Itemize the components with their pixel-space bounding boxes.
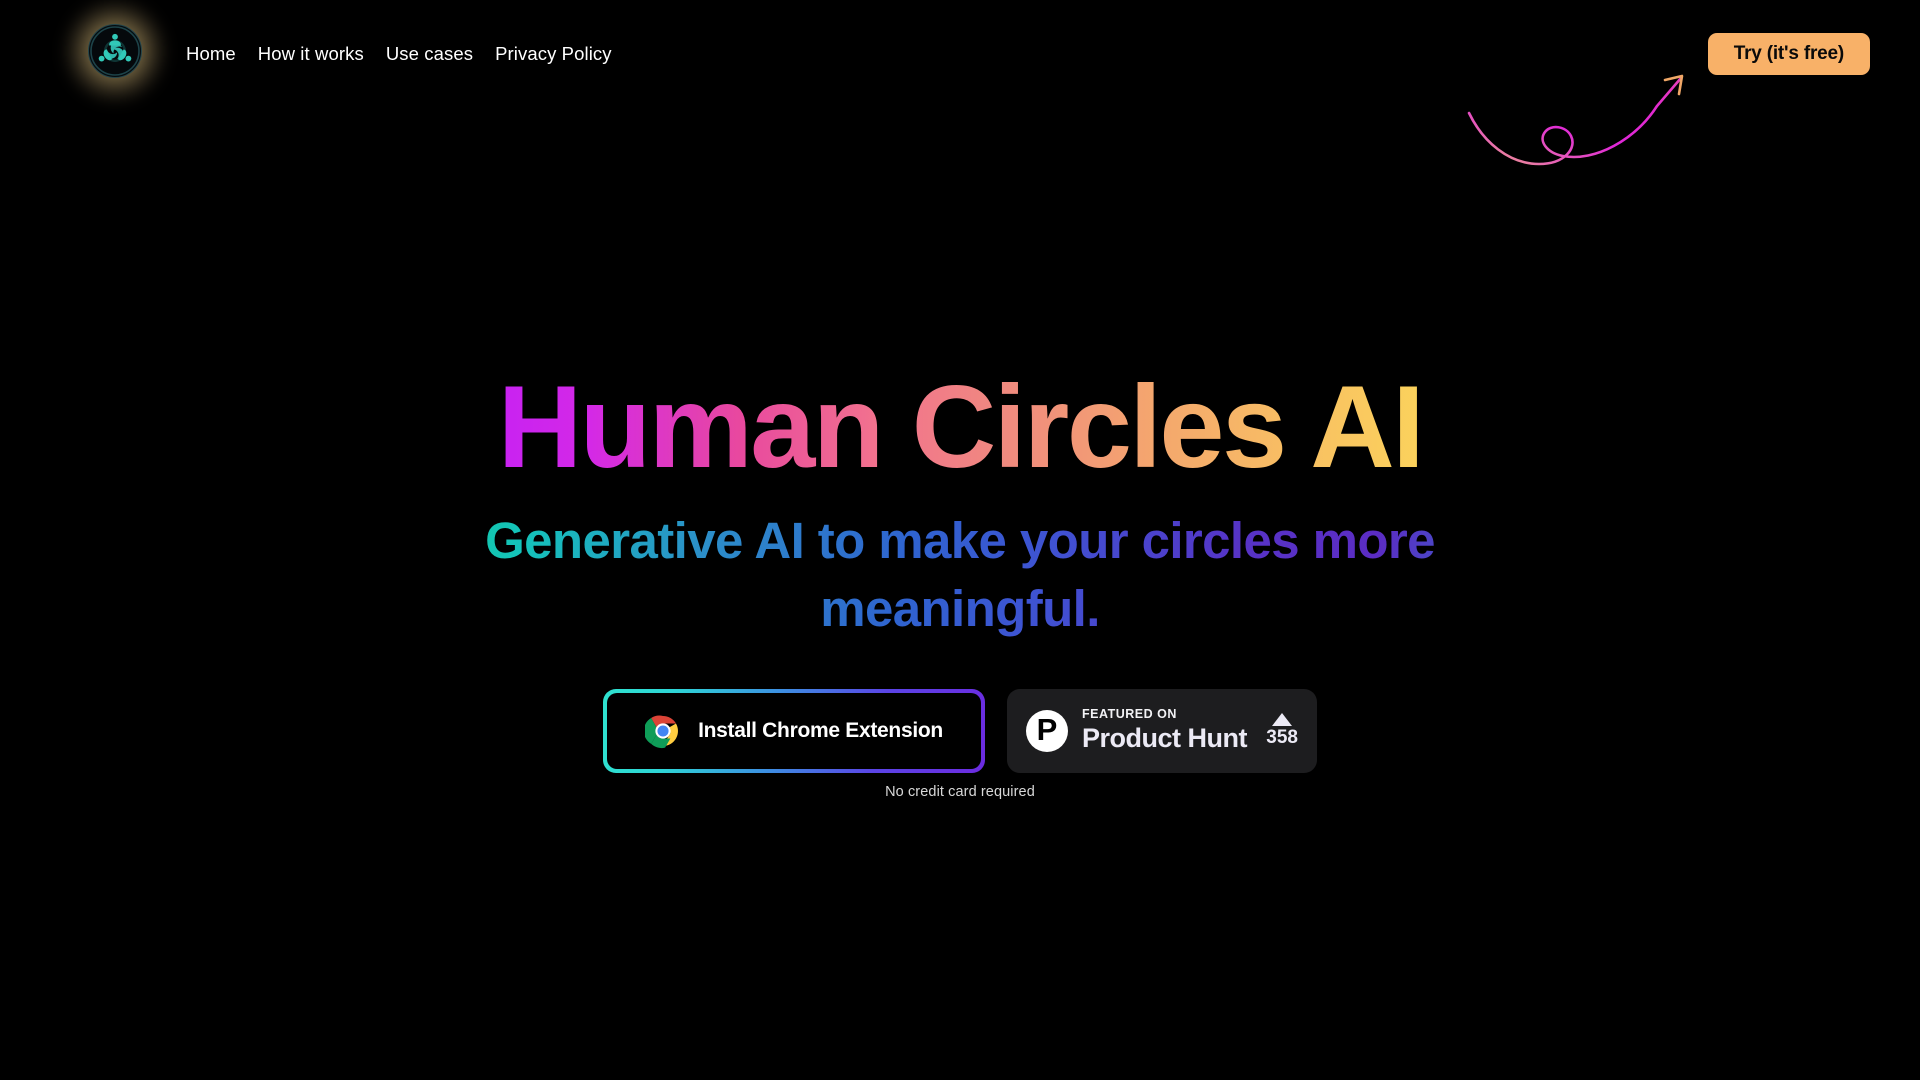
cta-row: Install Chrome Extension P FEATURED ON P… [603,688,1317,773]
landing-page: Home How it works Use cases Privacy Poli… [0,0,1920,1080]
hero-subtitle: Generative AI to make your circles more … [430,507,1490,643]
product-hunt-name: Product Hunt [1082,722,1247,753]
triangle-up-icon [1272,712,1293,726]
product-hunt-upvote-count: 358 [1266,726,1298,748]
install-chrome-extension-label: Install Chrome Extension [698,718,943,742]
product-hunt-badge[interactable]: P FEATURED ON Product Hunt 358 [1007,688,1317,773]
no-credit-card-note: No credit card required [885,783,1035,800]
install-chrome-extension-button[interactable]: Install Chrome Extension [603,688,985,773]
hero-section: Human Circles AI Generative AI to make y… [0,0,1920,1080]
install-chrome-extension-button-inner: Install Chrome Extension [607,692,981,769]
page-title: Human Circles AI [497,361,1425,492]
product-hunt-text: FEATURED ON Product Hunt [1082,707,1248,754]
product-hunt-logo-icon: P [1026,709,1068,752]
product-hunt-upvote[interactable]: 358 [1262,712,1298,749]
product-hunt-featured-label: FEATURED ON [1082,707,1177,722]
product-hunt-logo-letter: P [1036,712,1058,748]
chrome-logo-icon [645,715,679,748]
